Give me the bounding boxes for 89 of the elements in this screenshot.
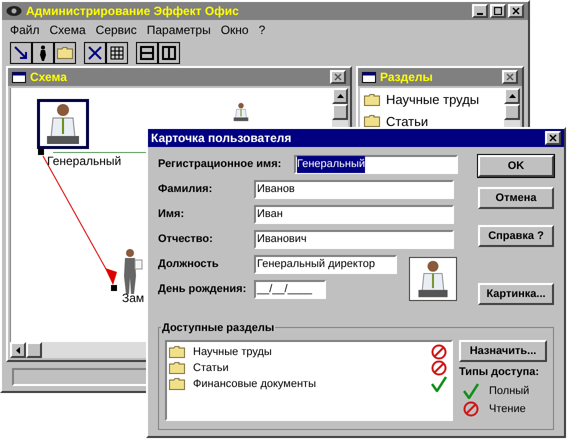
folder-icon — [57, 47, 73, 59]
section-item[interactable]: Статьи — [386, 112, 428, 131]
menu-item[interactable]: ? — [258, 21, 266, 39]
horizontal-split-button[interactable] — [136, 42, 158, 64]
eye-icon — [6, 5, 22, 17]
node-handle[interactable] — [111, 285, 117, 291]
field-label: Фамилия: — [158, 182, 214, 198]
maximize-icon — [494, 7, 502, 15]
no-entry-icon — [431, 360, 447, 376]
close-button[interactable] — [330, 70, 346, 84]
scroll-left-button[interactable] — [10, 342, 26, 358]
person-icon — [121, 248, 143, 294]
person-icon — [38, 45, 48, 61]
folder-icon — [169, 346, 185, 358]
menu-item[interactable]: Файл — [10, 21, 40, 39]
input-field[interactable]: Иванович — [254, 230, 454, 249]
menu-item[interactable]: Параметры — [146, 21, 211, 39]
folder-icon — [169, 362, 185, 374]
close-button[interactable] — [502, 70, 518, 84]
legend-label: Чтение — [489, 402, 526, 417]
legend-title: Типы доступа: — [459, 365, 540, 380]
scroll-up-button[interactable] — [504, 88, 520, 104]
close-icon — [506, 73, 514, 81]
section-item[interactable]: Финансовые документы — [193, 376, 316, 392]
node-label: Зам — [122, 290, 144, 307]
scroll-up-button[interactable] — [332, 88, 348, 104]
up-arrow-icon — [336, 94, 344, 98]
input-field[interactable]: Иван — [254, 205, 454, 224]
minimize-button[interactable] — [472, 4, 488, 18]
field-label: Имя: — [158, 207, 186, 222]
vertical-split-button[interactable] — [158, 42, 180, 64]
dialog-button[interactable]: Справка ? — [478, 225, 554, 247]
no-entry-icon — [463, 401, 479, 418]
maximize-button[interactable] — [490, 4, 506, 18]
field-label: Должность — [158, 257, 220, 272]
arrow-icon — [14, 46, 28, 60]
input-field[interactable]: __/__/____ — [254, 280, 326, 299]
folder-icon — [364, 94, 380, 106]
left-arrow-icon — [16, 346, 20, 354]
panel-title: Схема — [30, 69, 67, 86]
horizontal-split-icon — [140, 46, 154, 60]
field-label: Регистрационное имя: — [158, 157, 282, 172]
scroll-thumb[interactable] — [332, 104, 348, 120]
close-icon — [334, 73, 342, 81]
cross-icon — [88, 46, 102, 60]
menu-item[interactable]: Сервис — [96, 21, 137, 39]
field-label: День рождения: — [158, 282, 248, 298]
panel-icon — [362, 72, 376, 82]
folder-icon — [364, 115, 380, 128]
menu-item[interactable]: Окно — [220, 21, 249, 39]
menu-item[interactable]: Схема — [50, 21, 86, 39]
dialog-title: Карточка пользователя — [151, 130, 292, 147]
up-arrow-icon — [508, 94, 516, 98]
window-title: Администрирование Эффект Офис — [26, 3, 239, 20]
close-button[interactable] — [545, 131, 561, 145]
legend-label: Полный — [489, 384, 530, 398]
grid-icon — [110, 46, 124, 60]
grid-tool-button[interactable] — [106, 42, 128, 64]
field-label: Отчество: — [158, 232, 214, 248]
dialog-button[interactable]: OK — [478, 155, 554, 177]
group-title: Доступные разделы — [161, 320, 276, 336]
close-icon — [512, 7, 520, 15]
node-frame[interactable] — [37, 99, 89, 149]
input-field[interactable]: Генеральный — [294, 155, 458, 174]
check-icon — [431, 376, 447, 392]
delete-button[interactable] — [84, 42, 106, 64]
panel-icon — [12, 72, 26, 82]
scroll-thumb[interactable] — [26, 342, 42, 358]
folder-tool-button[interactable] — [54, 42, 76, 64]
dialog-button[interactable]: Отмена — [478, 187, 554, 209]
check-icon — [463, 382, 479, 399]
node-label: Генеральный — [47, 153, 122, 170]
node-handle[interactable] — [38, 149, 44, 155]
input-field[interactable]: Иванов — [254, 180, 454, 199]
picture-button[interactable]: Картинка... — [478, 283, 554, 305]
section-item[interactable]: Научные труды — [386, 90, 480, 110]
input-field[interactable]: Генеральный директор — [254, 255, 397, 274]
close-icon — [549, 134, 557, 142]
no-entry-icon — [431, 344, 447, 360]
scroll-thumb[interactable] — [504, 104, 520, 120]
section-item[interactable]: Научные труды — [193, 344, 272, 360]
arrow-tool-button[interactable] — [10, 42, 32, 64]
panel-title: Разделы — [380, 69, 433, 86]
assign-button[interactable]: Назначить... — [459, 340, 547, 362]
vertical-split-icon — [162, 46, 176, 60]
person-tool-button[interactable] — [32, 42, 54, 64]
section-item[interactable]: Статьи — [193, 360, 229, 376]
folder-icon — [169, 378, 185, 390]
close-button[interactable] — [508, 4, 524, 18]
